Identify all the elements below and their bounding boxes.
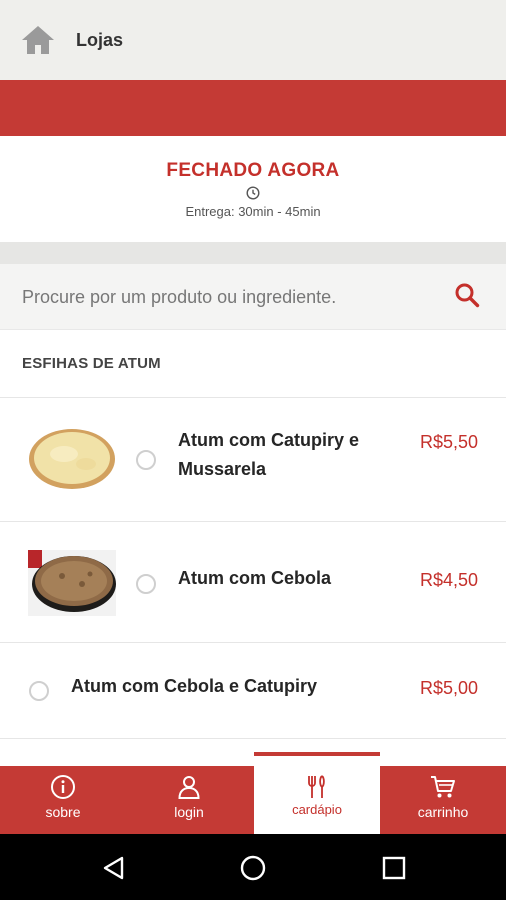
back-icon[interactable] — [100, 854, 128, 882]
home-circle-icon[interactable] — [239, 854, 267, 882]
item-price: R$5,00 — [419, 678, 478, 698]
select-radio[interactable] — [29, 681, 49, 701]
item-name-line: Atum com Catupiry e — [178, 430, 360, 450]
info-icon — [51, 775, 75, 799]
page-title: Lojas — [76, 30, 124, 50]
select-radio[interactable] — [136, 574, 156, 594]
tab-label: login — [174, 804, 204, 820]
item-price: R$4,50 — [419, 570, 478, 590]
category-title: ESFIHAS DE ATUM — [22, 355, 161, 372]
tab-cardapio[interactable]: cardápio — [254, 752, 380, 834]
store-banner — [0, 80, 506, 136]
tab-label: carrinho — [417, 804, 469, 820]
item-price: R$5,50 — [419, 432, 478, 452]
home-icon[interactable] — [20, 24, 56, 56]
cart-icon — [431, 776, 455, 798]
recents-icon[interactable] — [380, 854, 408, 882]
store-status-panel: FECHADO AGORA Entrega: 30min - 45min — [0, 136, 506, 242]
search-input[interactable] — [22, 284, 442, 310]
item-name: Atum com Cebola e Catupiry — [71, 676, 318, 696]
user-icon — [178, 776, 200, 799]
item-name-line: Mussarela — [178, 459, 267, 479]
tab-label: cardápio — [292, 802, 342, 817]
cheese-pizza-image — [28, 426, 116, 492]
clock-icon — [246, 186, 260, 200]
list-item[interactable]: Atum com Catupiry e Mussarela R$5,50 — [0, 398, 506, 522]
tab-login[interactable]: login — [126, 766, 252, 834]
delivery-time: Entrega: 30min - 45min — [185, 204, 321, 219]
divider — [0, 242, 506, 264]
item-name: Atum com Cebola — [178, 568, 332, 588]
top-bar: Lojas — [0, 0, 506, 80]
list-item[interactable]: Atum com Cebola R$4,50 — [0, 522, 506, 643]
category-header: ESFIHAS DE ATUM — [0, 330, 506, 398]
system-navigation-bar — [0, 834, 506, 900]
select-radio[interactable] — [136, 450, 156, 470]
onion-tuna-pizza-image — [28, 550, 116, 616]
search-icon[interactable] — [454, 282, 480, 308]
store-status: FECHADO AGORA — [166, 160, 340, 181]
list-item[interactable]: Atum com Cebola e Catupiry R$5,00 — [0, 643, 506, 739]
bottom-navigation: sobre login cardápio carrinho — [0, 752, 506, 834]
tab-label: sobre — [45, 804, 81, 820]
tab-sobre[interactable]: sobre — [0, 766, 126, 834]
item-name: Atum com Catupiry e Mussarela — [178, 426, 359, 484]
tab-carrinho[interactable]: carrinho — [380, 766, 506, 834]
cutlery-icon — [308, 775, 325, 798]
search-bar — [0, 264, 506, 330]
